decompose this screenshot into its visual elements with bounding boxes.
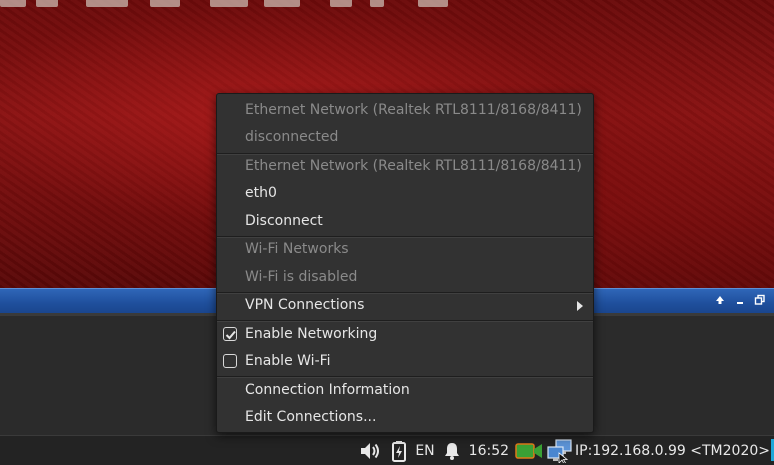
- taskbar: EN 16:52 IP:192.168.0.99 <TM2020>: [0, 435, 774, 465]
- menu-item-enable-networking[interactable]: Enable Networking: [217, 321, 593, 348]
- menu-item-label: VPN Connections: [245, 297, 365, 313]
- menu-item-disconnect[interactable]: Disconnect: [217, 208, 593, 235]
- restore-icon[interactable]: [754, 293, 766, 310]
- network-menu: Ethernet Network (Realtek RTL8111/8168/8…: [216, 93, 594, 433]
- wallpaper-text-fragment: [0, 0, 774, 14]
- menu-item-eth0[interactable]: eth0: [217, 180, 593, 207]
- menu-item-vpn-connections[interactable]: VPN Connections: [217, 292, 593, 319]
- system-tray: EN 16:52 IP:192.168.0.99 <TM2020>: [351, 436, 770, 465]
- menu-item-label: Enable Wi-Fi: [245, 353, 331, 369]
- clock-time[interactable]: 16:52: [469, 443, 509, 459]
- menu-item-wifi-disabled: Wi-Fi is disabled: [245, 269, 358, 285]
- network-computers-icon[interactable]: [547, 438, 573, 463]
- menu-item-disconnected-status: disconnected: [245, 129, 339, 145]
- menu-item-connection-information[interactable]: Connection Information: [217, 377, 593, 404]
- menu-item-ethernet-header-2: Ethernet Network (Realtek RTL8111/8168/8…: [245, 158, 582, 174]
- checkbox-unchecked-icon[interactable]: [223, 354, 237, 368]
- speaker-icon[interactable]: [359, 440, 383, 462]
- language-indicator[interactable]: EN: [415, 443, 434, 459]
- submenu-arrow-icon: [577, 301, 583, 311]
- menu-item-wifi-networks: Wi-Fi Networks: [245, 241, 349, 257]
- video-camera-icon[interactable]: [515, 441, 543, 461]
- minimize-icon[interactable]: [734, 293, 746, 310]
- menu-item-edit-connections[interactable]: Edit Connections...: [217, 404, 593, 431]
- up-arrow-icon[interactable]: [714, 293, 726, 310]
- menu-item-label: Enable Networking: [245, 326, 378, 342]
- bell-icon[interactable]: [443, 441, 461, 461]
- window-controls: [714, 293, 766, 310]
- battery-charging-icon[interactable]: [391, 440, 407, 462]
- menu-item-enable-wifi[interactable]: Enable Wi-Fi: [217, 348, 593, 375]
- menu-item-ethernet-header-1: Ethernet Network (Realtek RTL8111/8168/8…: [245, 102, 582, 118]
- ip-address-label[interactable]: IP:192.168.0.99 <TM2020>: [575, 443, 770, 459]
- checkbox-checked-icon[interactable]: [223, 327, 237, 341]
